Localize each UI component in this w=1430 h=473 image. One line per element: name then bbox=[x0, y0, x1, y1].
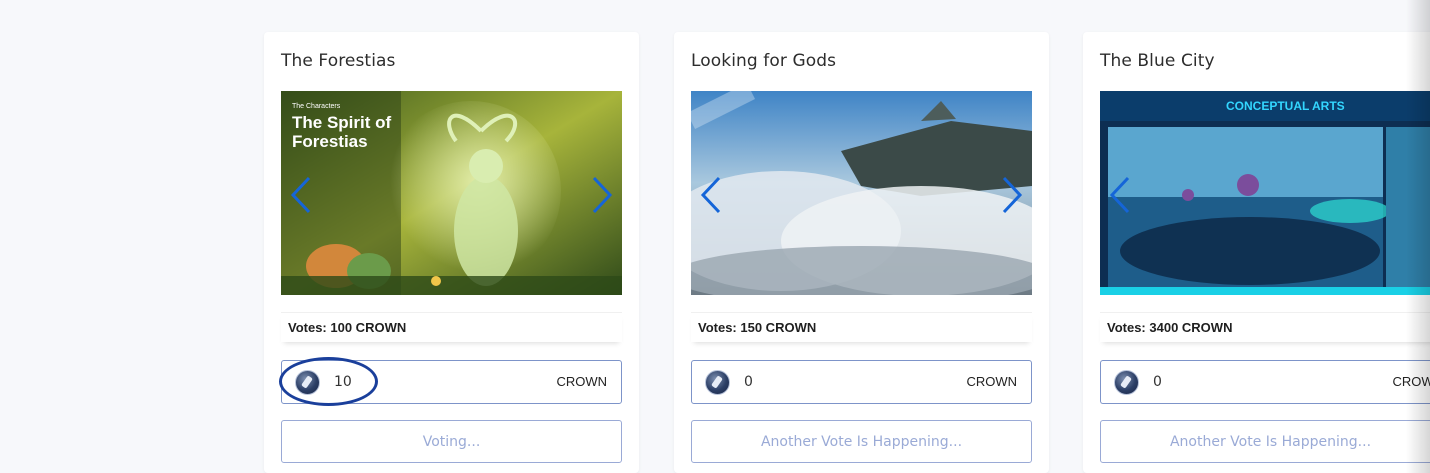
votes-summary: Votes: 100 CROWN bbox=[281, 312, 622, 342]
chevron-right-icon bbox=[592, 176, 613, 214]
votes-summary: Votes: 150 CROWN bbox=[691, 312, 1032, 342]
card-title: The Blue City bbox=[1100, 51, 1215, 71]
artwork-banner-text: CONCEPTUAL ARTS bbox=[1226, 99, 1345, 113]
votes-label: Votes: 100 CROWN bbox=[288, 320, 407, 335]
card-title: The Forestias bbox=[281, 51, 396, 71]
vote-amount-input[interactable] bbox=[1153, 371, 1303, 393]
votes-label: Votes: 3400 CROWN bbox=[1107, 320, 1233, 335]
looking-for-gods-artwork-image bbox=[691, 91, 1032, 295]
vote-amount-field[interactable]: CROWN bbox=[279, 357, 622, 406]
forestias-artwork-image: The Characters The Spirit of Forestias bbox=[281, 91, 622, 295]
carousel-prev-button[interactable] bbox=[288, 175, 314, 215]
card-image-carousel: The Characters The Spirit of Forestias bbox=[281, 91, 622, 295]
card-image-carousel: CONCEPTUAL ARTS bbox=[1100, 91, 1430, 295]
votes-summary: Votes: 3400 CROWN bbox=[1100, 312, 1430, 342]
token-unit-label: CROWN bbox=[1392, 374, 1430, 389]
token-unit-label: CROWN bbox=[556, 374, 607, 389]
proposal-card-blue-city: The Blue City CONCEPTUAL ARTS Votes: 340… bbox=[1083, 32, 1430, 473]
carousel-next-button[interactable] bbox=[999, 175, 1025, 215]
proposal-card-forestias: The Forestias The Characters The Spirit … bbox=[264, 32, 639, 473]
crown-token-icon bbox=[705, 370, 730, 395]
vote-button[interactable]: Voting... bbox=[281, 420, 622, 463]
vote-amount-field[interactable]: CROWN bbox=[1100, 360, 1430, 404]
chevron-left-icon bbox=[1109, 176, 1130, 214]
top-description-strip bbox=[0, 0, 1430, 12]
vote-button[interactable]: Another Vote Is Happening... bbox=[1100, 420, 1430, 463]
chevron-left-icon bbox=[290, 176, 311, 214]
vote-amount-input[interactable] bbox=[744, 371, 894, 393]
chevron-right-icon bbox=[1002, 176, 1023, 214]
artwork-title-line-1: The Spirit of bbox=[292, 113, 392, 132]
carousel-prev-button[interactable] bbox=[1107, 175, 1133, 215]
top-description-text bbox=[508, 0, 512, 7]
artwork-title-line-2: Forestias bbox=[292, 132, 368, 151]
card-title: Looking for Gods bbox=[691, 51, 837, 71]
carousel-next-button[interactable] bbox=[589, 175, 615, 215]
artwork-caption-small: The Characters bbox=[292, 103, 341, 110]
crown-token-icon bbox=[1114, 370, 1139, 395]
carousel-prev-button[interactable] bbox=[698, 175, 724, 215]
vote-amount-field[interactable]: CROWN bbox=[691, 360, 1032, 404]
blue-city-artwork-image: CONCEPTUAL ARTS bbox=[1100, 91, 1430, 295]
crown-token-icon bbox=[295, 370, 320, 395]
chevron-left-icon bbox=[700, 176, 721, 214]
proposal-card-looking-for-gods: Looking for Gods Votes: 150 CROWN 0 CROW… bbox=[674, 32, 1049, 473]
card-image-carousel bbox=[691, 91, 1032, 295]
votes-label: Votes: 150 CROWN bbox=[698, 320, 817, 335]
vote-amount-input[interactable] bbox=[334, 371, 484, 393]
token-unit-label: CROWN bbox=[966, 374, 1017, 389]
vote-button[interactable]: Another Vote Is Happening... bbox=[691, 420, 1032, 463]
